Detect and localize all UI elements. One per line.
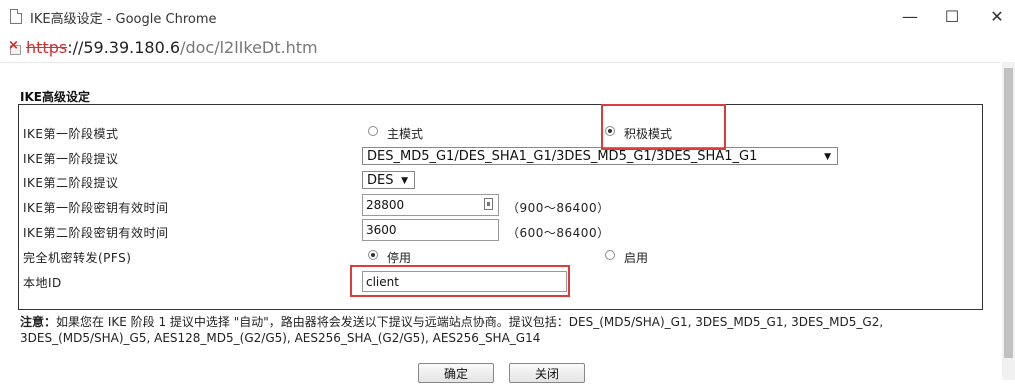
phase1-lifetime-input[interactable]: 28800 [362, 194, 499, 216]
window-titlebar: IKE高级设定 - Google Chrome — ☐ ✕ [0, 0, 1015, 34]
close-window-button[interactable]: ✕ [985, 6, 1009, 28]
phase2-proposal-select[interactable]: DES ▼ [362, 171, 415, 189]
note-prefix: 注意： [20, 315, 57, 329]
phase2-lifetime-input[interactable]: 3600 [362, 219, 499, 241]
phase1-proposal-value: DES_MD5_G1/DES_SHA1_G1/3DES_MD5_G1/3DES_… [367, 149, 758, 164]
row-pfs: 完全机密转发(PFS) 停用 启用 [19, 243, 982, 267]
local-id-highlight [350, 265, 570, 297]
phase1-lifetime-value: 28800 [366, 198, 405, 212]
phase1-lifetime-range: （900～86400） [507, 201, 610, 215]
url-path: /doc/l2lIkeDt.htm [180, 38, 318, 57]
ok-button[interactable]: 确定 [418, 363, 494, 383]
note-body: 如果您在 IKE 阶段 1 提议中选择 "自动"，路由器将会发送以下提议与远端站… [20, 315, 884, 345]
row-phase1-proposal: IKE第一阶段提议 DES_MD5_G1/DES_SHA1_G1/3DES_MD… [19, 144, 982, 168]
phase2-lifetime-value: 3600 [366, 223, 397, 237]
phase1-proposal-select[interactable]: DES_MD5_G1/DES_SHA1_G1/3DES_MD5_G1/3DES_… [362, 147, 838, 165]
aggressive-mode-highlight [601, 104, 726, 150]
warning-x-icon: × [8, 38, 19, 53]
row-phase2-lifetime: IKE第二阶段密钥有效时间 3600 （600～86400） [19, 218, 982, 242]
page-content: IKE高级设定 IKE第一阶段模式 主模式 积极模式 IKE第一阶段提议 DES… [0, 62, 1000, 383]
main-mode-label[interactable]: 主模式 [387, 125, 423, 142]
maximize-button[interactable]: ☐ [940, 6, 964, 28]
pfs-enable-radio[interactable] [605, 250, 615, 260]
url-host: ://59.39.180.6 [67, 38, 181, 57]
address-bar[interactable]: × https://59.39.180.6/doc/l2lIkeDt.htm [0, 34, 1015, 62]
chevron-down-icon: ▼ [824, 152, 831, 162]
section-title: IKE高级设定 [20, 90, 90, 104]
minimize-button[interactable]: — [898, 6, 922, 28]
pfs-label: 完全机密转发(PFS) [23, 251, 132, 265]
pfs-enable-label[interactable]: 启用 [624, 249, 648, 266]
url-text[interactable]: https://59.39.180.6/doc/l2lIkeDt.htm [26, 38, 318, 57]
phase2-lifetime-label: IKE第二阶段密钥有效时间 [23, 226, 169, 240]
document-icon [10, 9, 22, 24]
local-id-label: 本地ID [23, 276, 62, 290]
url-scheme: https [26, 38, 68, 57]
pfs-disable-label[interactable]: 停用 [387, 249, 411, 266]
input-helper-icon[interactable] [484, 198, 493, 210]
vertical-scrollbar[interactable] [1002, 62, 1015, 380]
note-text: 注意：如果您在 IKE 阶段 1 提议中选择 "自动"，路由器将会发送以下提议与… [20, 314, 990, 346]
main-mode-radio[interactable] [368, 126, 378, 136]
pfs-disable-radio[interactable] [368, 250, 378, 260]
phase2-proposal-value: DES [367, 173, 394, 188]
scrollbar-thumb[interactable] [1004, 68, 1013, 358]
chevron-down-icon: ▼ [401, 176, 408, 186]
phase2-lifetime-range: （600～86400） [507, 226, 610, 240]
not-secure-icon[interactable]: × [8, 39, 22, 55]
row-phase2-proposal: IKE第二阶段提议 DES ▼ [19, 168, 982, 192]
close-button[interactable]: 关闭 [509, 363, 585, 383]
phase1-lifetime-label: IKE第一阶段密钥有效时间 [23, 201, 169, 215]
phase1-proposal-label: IKE第一阶段提议 [23, 152, 119, 166]
row-phase1-mode: IKE第一阶段模式 主模式 积极模式 [19, 119, 982, 143]
phase2-proposal-label: IKE第二阶段提议 [23, 176, 119, 190]
phase1-mode-label: IKE第一阶段模式 [23, 127, 119, 141]
window-title: IKE高级设定 - Google Chrome [30, 12, 217, 27]
row-phase1-lifetime: IKE第一阶段密钥有效时间 28800 （900～86400） [19, 193, 982, 217]
